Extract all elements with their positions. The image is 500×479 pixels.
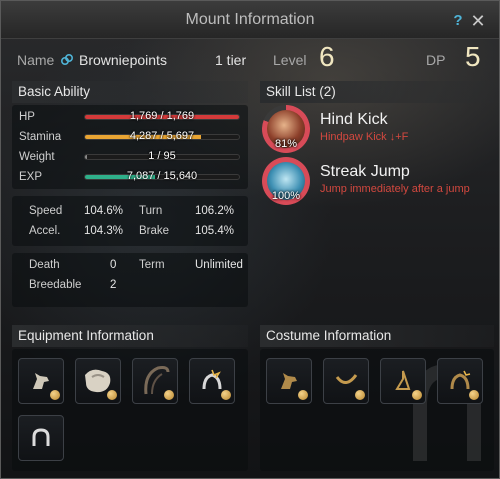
speed-value: 104.6% bbox=[84, 205, 124, 217]
dp-label: DP bbox=[426, 52, 446, 68]
skill-cooldown-ring: 81% bbox=[262, 105, 310, 153]
slot-indicator bbox=[50, 390, 60, 400]
mount-name: Browniepoints bbox=[79, 52, 167, 68]
slot-indicator bbox=[355, 390, 365, 400]
hp-label: HP bbox=[19, 111, 35, 123]
window-title: Mount Information bbox=[185, 11, 315, 28]
slot-indicator bbox=[469, 390, 479, 400]
skill-cooldown-ring: 100% bbox=[262, 157, 310, 205]
close-icon[interactable]: ✕ bbox=[469, 12, 487, 30]
costume-slot-saddle[interactable] bbox=[323, 358, 369, 404]
skill-percent: 81% bbox=[274, 138, 298, 150]
costume-slot-horse-head[interactable] bbox=[266, 358, 312, 404]
costume-slot-stirrups[interactable] bbox=[380, 358, 426, 404]
movement-stats-panel bbox=[12, 196, 248, 246]
breedable-value: 2 bbox=[110, 279, 117, 291]
skill-name: Hind Kick bbox=[320, 111, 388, 128]
weight-label: Weight bbox=[19, 151, 55, 163]
stamina-value: 4,287 / 5,697 bbox=[129, 130, 195, 142]
skill-description: Hindpaw Kick ↓+F bbox=[320, 131, 409, 143]
death-value: 0 bbox=[110, 259, 117, 271]
slot-indicator bbox=[412, 390, 422, 400]
dp-value: 5 bbox=[465, 41, 481, 72]
mount-tier: 1 tier bbox=[215, 52, 247, 68]
turn-value: 106.2% bbox=[195, 205, 235, 217]
basic-ability-header: Basic Ability bbox=[12, 81, 248, 103]
help-icon[interactable]: ? bbox=[451, 13, 465, 29]
level-value: 6 bbox=[319, 41, 335, 72]
brake-value: 105.4% bbox=[195, 225, 235, 237]
slot-indicator bbox=[221, 390, 231, 400]
exp-label: EXP bbox=[19, 171, 43, 183]
accel-label: Accel. bbox=[29, 225, 61, 237]
term-value: Unlimited bbox=[195, 259, 243, 271]
breedable-label: Breedable bbox=[29, 279, 82, 291]
weight-bar-fill bbox=[85, 155, 87, 159]
skill-description: Jump immediately after a jump bbox=[320, 183, 470, 195]
slot-indicator bbox=[164, 390, 174, 400]
hp-value: 1,769 / 1,769 bbox=[129, 110, 195, 122]
exp-value: 7,087 / 15,640 bbox=[126, 170, 198, 182]
title-bar[interactable]: Mount Information ? ✕ bbox=[1, 1, 499, 39]
accel-value: 104.3% bbox=[84, 225, 124, 237]
equipment-information-header: Equipment Information bbox=[12, 325, 248, 347]
stamina-label: Stamina bbox=[19, 131, 62, 143]
equipment-slot-horse-head[interactable] bbox=[18, 358, 64, 404]
level-label: Level bbox=[273, 52, 307, 68]
horseshoe-icon bbox=[19, 416, 63, 460]
name-label: Name bbox=[17, 52, 55, 68]
skill-list-header: Skill List (2) bbox=[260, 81, 494, 103]
turn-label: Turn bbox=[139, 205, 163, 217]
link-icon[interactable] bbox=[59, 52, 75, 68]
equipment-slot-saddle[interactable] bbox=[75, 358, 121, 404]
death-label: Death bbox=[29, 259, 60, 271]
weight-value: 1 / 95 bbox=[148, 150, 176, 162]
slot-indicator bbox=[107, 390, 117, 400]
term-label: Term bbox=[139, 259, 165, 271]
skill-percent: 100% bbox=[271, 190, 301, 202]
slot-indicator bbox=[298, 390, 308, 400]
mount-information-window: Mount Information ? ✕ Name Browniepoints… bbox=[0, 0, 500, 479]
skill-name: Streak Jump bbox=[320, 163, 410, 180]
costume-slot-horseshoe-spark[interactable] bbox=[437, 358, 483, 404]
equipment-slot-horseshoe[interactable] bbox=[18, 415, 64, 461]
costume-information-header: Costume Information bbox=[260, 325, 494, 347]
equipment-slot-horseshoe-spark[interactable] bbox=[189, 358, 235, 404]
equipment-slot-stirrups[interactable] bbox=[132, 358, 178, 404]
brake-label: Brake bbox=[139, 225, 170, 237]
speed-label: Speed bbox=[29, 205, 63, 217]
